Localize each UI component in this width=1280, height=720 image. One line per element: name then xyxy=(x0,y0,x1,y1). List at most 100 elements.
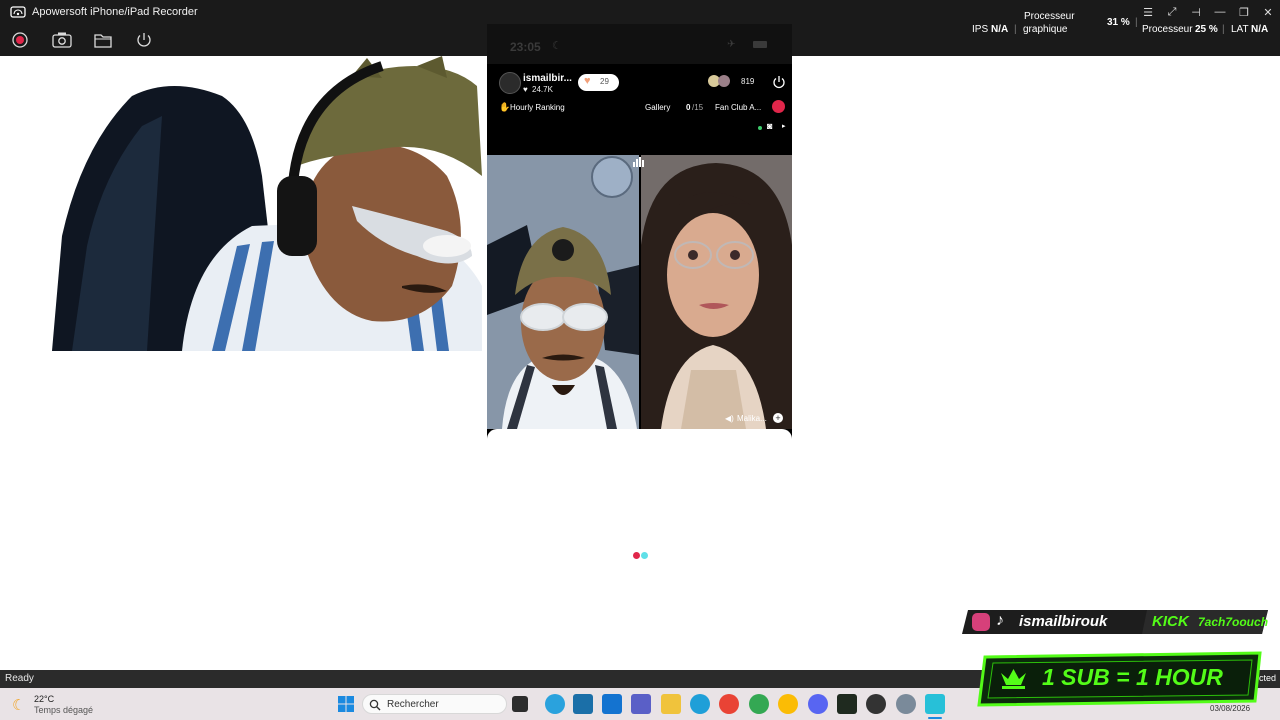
chevron-right-icon[interactable]: ▸ xyxy=(782,122,786,130)
gpu-value: 31 % xyxy=(1107,17,1130,28)
screenshot-button[interactable] xyxy=(52,30,72,50)
search-placeholder: Rechercher xyxy=(387,699,439,710)
app-logo-icon xyxy=(10,6,26,18)
perf-divider: | xyxy=(1014,24,1017,35)
audio-level-icon xyxy=(633,157,647,167)
weather-desc[interactable]: Temps dégagé xyxy=(34,705,93,715)
kick-label: KICK xyxy=(1152,613,1189,630)
search-icon xyxy=(369,699,381,711)
fps-value: N/A xyxy=(991,24,1009,35)
host-video xyxy=(487,155,639,429)
disconnect-button[interactable] xyxy=(134,30,154,50)
host-name[interactable]: ismailbir... xyxy=(523,73,572,84)
file-explorer-icon[interactable] xyxy=(661,694,681,714)
weather-icon[interactable]: ☾ xyxy=(12,696,25,714)
online-dot xyxy=(758,126,762,130)
add-guest-icon[interactable]: + xyxy=(773,413,783,423)
pin-icon[interactable]: ⊣ xyxy=(1184,0,1208,24)
expand-icon[interactable]: ⤢ xyxy=(1160,0,1184,24)
hourly-ranking[interactable]: Hourly Ranking xyxy=(510,103,565,112)
host-avatar[interactable] xyxy=(499,72,521,94)
record-icon xyxy=(12,32,28,48)
windows-start-icon[interactable] xyxy=(336,694,356,714)
social-handle: ismailbirouk xyxy=(1019,613,1108,630)
guest-panel[interactable]: ◀) Malika... + xyxy=(641,155,792,429)
chrome-icon[interactable] xyxy=(749,694,769,714)
lat-value: N/A xyxy=(1251,24,1269,35)
weather-temp[interactable]: 22°C xyxy=(34,694,54,704)
window-title: Apowersoft iPhone/iPad Recorder xyxy=(32,6,198,18)
gallery-count: 0 xyxy=(686,103,691,112)
settings-icon[interactable] xyxy=(896,694,916,714)
social-banner: ♪ ismailbirouk KICK 7ach7oouch xyxy=(962,610,1268,634)
gpu-label-line1: Processeur xyxy=(1024,11,1075,22)
heart-icon: ♥ xyxy=(523,85,528,94)
fire-icon: ✋ xyxy=(499,102,511,112)
sub-banner-text: 1 SUB = 1 HOUR xyxy=(1042,664,1223,690)
teams-icon[interactable] xyxy=(631,694,651,714)
taskbar-search[interactable]: Rechercher xyxy=(362,694,507,714)
phone-mirror: 23:05 ☾ ✈ ismailbir... ♥ 24.7K ♥ 29 819 … xyxy=(487,24,792,452)
status-text: Ready xyxy=(5,673,34,684)
restore-button[interactable]: ❐ xyxy=(1232,0,1256,24)
kick-app-icon[interactable] xyxy=(837,694,857,714)
open-folder-button[interactable] xyxy=(93,30,113,50)
fps-label: IPS xyxy=(972,24,989,35)
comment-sheet xyxy=(487,429,792,452)
viewer-count[interactable]: 819 xyxy=(741,77,754,86)
host-likes: 24.7K xyxy=(532,85,553,94)
obs-icon[interactable] xyxy=(866,694,886,714)
task-view-icon[interactable] xyxy=(512,696,528,712)
phone-clock: 23:05 xyxy=(510,40,541,54)
discord-icon[interactable] xyxy=(808,694,828,714)
edge-icon[interactable] xyxy=(690,694,710,714)
app-icon[interactable] xyxy=(573,694,593,714)
window-controls: ☰ ⤢ ⊣ — ❐ ✕ xyxy=(1136,0,1280,24)
screen: Apowersoft iPhone/iPad Recorder ☰ ⤢ ⊣ — … xyxy=(0,0,1280,720)
moon-icon: ☾ xyxy=(552,40,562,52)
airplane-icon: ✈ xyxy=(727,39,736,50)
active-indicator xyxy=(928,717,942,719)
minimize-button[interactable]: — xyxy=(1208,0,1232,24)
lat-label: LAT xyxy=(1231,24,1249,35)
recorder-app-icon[interactable] xyxy=(925,694,945,714)
viewer-avatar xyxy=(718,75,730,87)
guest-name[interactable]: Malika... xyxy=(737,414,767,423)
record-button[interactable] xyxy=(10,30,30,50)
kick-handle: 7ach7oouch xyxy=(1198,615,1269,629)
multi-guest-panels: ◀) Malika... + xyxy=(487,155,792,429)
chrome-icon[interactable] xyxy=(719,694,739,714)
title-bar: Apowersoft iPhone/iPad Recorder ☰ ⤢ ⊣ — … xyxy=(0,0,1280,24)
gpu-label-line2: graphique xyxy=(1023,24,1068,35)
sub-banner: 1 SUB = 1 HOUR xyxy=(975,651,1265,707)
loader-dot xyxy=(641,552,648,559)
outlook-icon[interactable] xyxy=(602,694,622,714)
live-header: ismailbir... ♥ 24.7K ♥ 29 819 ✋ Hourly R… xyxy=(487,64,792,156)
perf-divider: | xyxy=(1222,24,1225,35)
battery-icon xyxy=(753,41,767,48)
power-icon[interactable] xyxy=(772,75,786,89)
host-panel[interactable] xyxy=(487,155,639,429)
gift-pill[interactable]: ♥ 29 xyxy=(578,74,619,91)
gallery-label[interactable]: Gallery xyxy=(645,103,670,112)
list-icon[interactable]: ☰ xyxy=(1136,0,1160,24)
webcam-feed xyxy=(52,56,482,351)
guest-video xyxy=(641,155,792,429)
folder-icon xyxy=(94,34,112,48)
heart-gift-icon: ♥ xyxy=(584,75,591,87)
loading-indicator xyxy=(633,552,648,559)
cpu-value: 25 % xyxy=(1195,24,1218,35)
tiktok-icon: ♪ xyxy=(996,612,1004,629)
fan-club-label[interactable]: Fan Club A... xyxy=(715,103,761,112)
close-button[interactable]: ✕ xyxy=(1256,0,1280,24)
camera-icon[interactable]: ◙ xyxy=(767,121,772,131)
telegram-icon[interactable] xyxy=(545,694,565,714)
instagram-icon xyxy=(972,613,990,631)
chrome-icon[interactable] xyxy=(778,694,798,714)
perf-divider: | xyxy=(1135,17,1138,28)
gift-count: 29 xyxy=(600,77,609,86)
speaker-icon: ◀) xyxy=(725,414,734,423)
streamer-image xyxy=(52,56,482,351)
gallery-total: /15 xyxy=(692,103,704,112)
power-icon xyxy=(137,33,151,47)
